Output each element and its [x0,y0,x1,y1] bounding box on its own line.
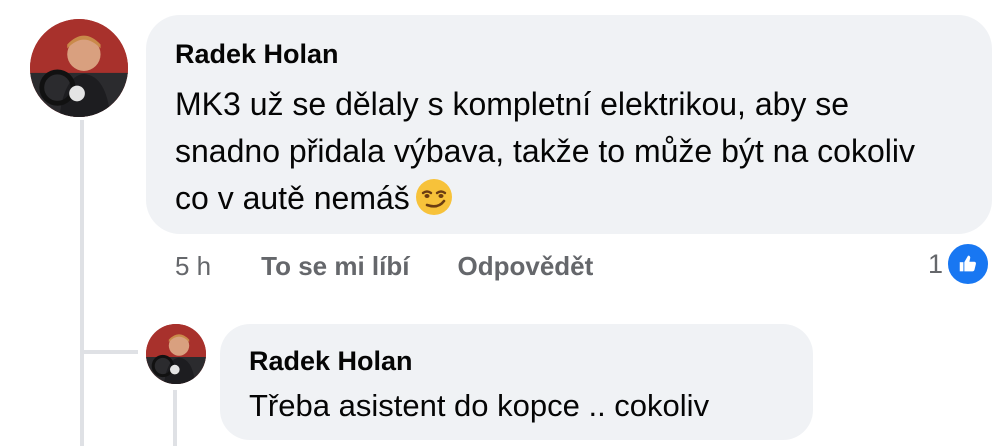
comment-text: MK3 už se dělaly s kompletní elektrikou,… [175,81,945,222]
reaction-count: 1 [928,248,944,279]
avatar[interactable] [30,19,128,117]
smirking-face-icon [414,177,454,217]
thread-line-main [80,120,84,446]
reaction-summary[interactable]: 1 [928,241,992,287]
reply-author[interactable]: Radek Holan [249,346,413,377]
reply-button[interactable]: Odpovědět [457,251,593,282]
thread-line-reply [173,390,177,446]
reply-bubble: Radek Holan Třeba asistent do kopce .. c… [220,324,813,440]
reply-avatar-photo [146,324,206,384]
comment-timestamp[interactable]: 5 h [175,251,211,282]
comment-author[interactable]: Radek Holan [175,39,339,70]
reply-text: Třeba asistent do kopce .. cokoliv [249,388,710,423]
comment-actions: 5 h To se mi líbí Odpovědět [175,248,641,284]
comment-text-content: MK3 už se dělaly s kompletní elektrikou,… [175,86,915,216]
like-button[interactable]: To se mi líbí [261,251,409,282]
avatar-photo [30,19,128,117]
comment-bubble: Radek Holan MK3 už se dělaly s kompletní… [146,15,992,234]
like-icon [945,241,992,287]
reply-avatar[interactable] [146,324,206,384]
thread-line-branch [80,350,138,354]
